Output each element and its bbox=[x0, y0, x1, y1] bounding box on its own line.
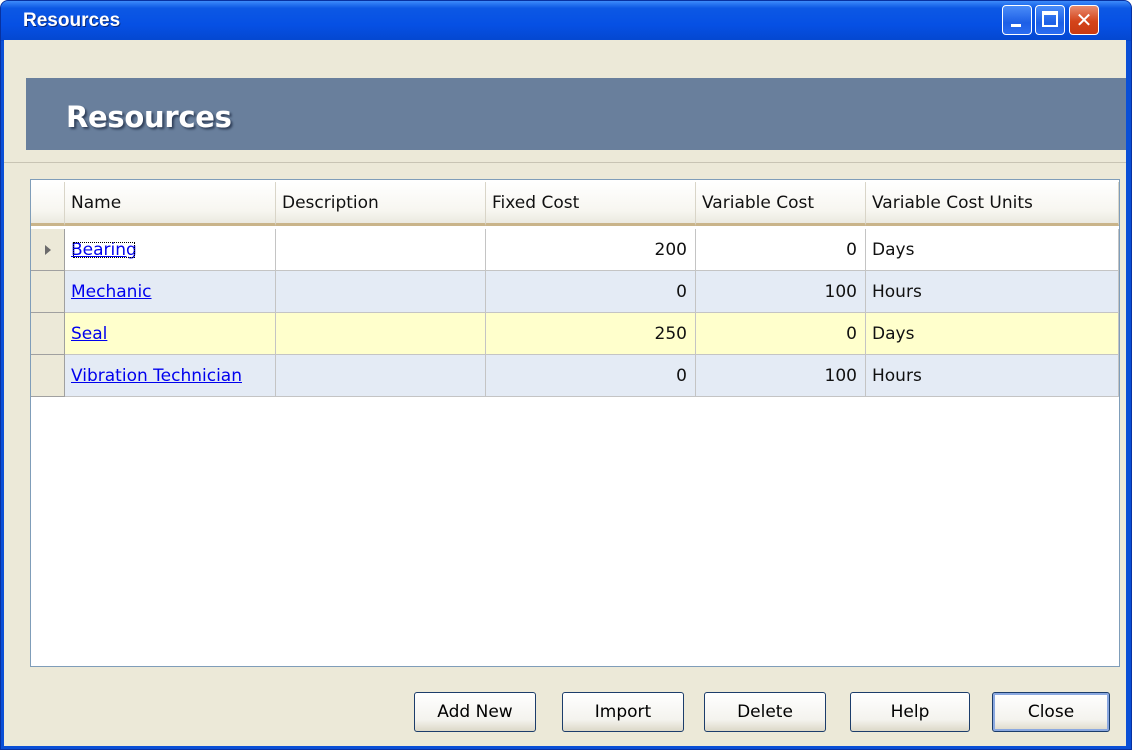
header-corner bbox=[31, 182, 65, 226]
table-row[interactable]: Mechanic 0 100 Hours bbox=[31, 271, 1119, 313]
cell-variable-cost[interactable]: 0 bbox=[696, 313, 866, 355]
row-selector-arrow-icon bbox=[44, 244, 51, 255]
cell-description[interactable] bbox=[276, 355, 486, 397]
table-row[interactable]: Vibration Technician 0 100 Hours bbox=[31, 355, 1119, 397]
row-selector[interactable] bbox=[31, 271, 65, 313]
title-bar[interactable]: Resources ✕ bbox=[1, 1, 1131, 41]
cell-name: Mechanic bbox=[65, 271, 276, 313]
cell-variable-cost[interactable]: 100 bbox=[696, 355, 866, 397]
resource-link[interactable]: Vibration Technician bbox=[71, 366, 242, 386]
window-title: Resources bbox=[23, 10, 121, 31]
cell-variable-cost-units[interactable]: Hours bbox=[866, 271, 1119, 313]
cell-fixed-cost[interactable]: 200 bbox=[486, 229, 696, 271]
import-button[interactable]: Import bbox=[562, 692, 684, 732]
minimize-button[interactable] bbox=[1002, 5, 1032, 35]
cell-description[interactable] bbox=[276, 313, 486, 355]
row-selector[interactable] bbox=[31, 355, 65, 397]
minimize-icon bbox=[1011, 24, 1021, 27]
cell-description[interactable] bbox=[276, 229, 486, 271]
resource-link[interactable]: Bearing bbox=[71, 240, 137, 260]
maximize-button[interactable] bbox=[1035, 5, 1065, 35]
cell-fixed-cost[interactable]: 0 bbox=[486, 355, 696, 397]
column-header-variable-cost-units[interactable]: Variable Cost Units bbox=[866, 182, 1119, 226]
resource-link[interactable]: Seal bbox=[71, 324, 107, 344]
cell-variable-cost-units[interactable]: Hours bbox=[866, 355, 1119, 397]
maximize-icon bbox=[1042, 11, 1058, 27]
close-window-button[interactable]: ✕ bbox=[1069, 5, 1099, 35]
column-header-name[interactable]: Name bbox=[65, 182, 276, 226]
cell-fixed-cost[interactable]: 250 bbox=[486, 313, 696, 355]
column-header-description[interactable]: Description bbox=[276, 182, 486, 226]
page-banner: Resources bbox=[26, 78, 1126, 150]
close-button[interactable]: Close bbox=[992, 692, 1110, 732]
help-button[interactable]: Help bbox=[850, 692, 970, 732]
cell-name: Bearing bbox=[65, 229, 276, 271]
cell-fixed-cost[interactable]: 0 bbox=[486, 271, 696, 313]
delete-button[interactable]: Delete bbox=[704, 692, 826, 732]
table-row[interactable]: Bearing 200 0 Days bbox=[31, 229, 1119, 271]
cell-name: Vibration Technician bbox=[65, 355, 276, 397]
page-title: Resources bbox=[66, 100, 232, 134]
close-icon: ✕ bbox=[1075, 8, 1093, 32]
banner-divider bbox=[4, 162, 1126, 163]
cell-variable-cost-units[interactable]: Days bbox=[866, 313, 1119, 355]
cell-description[interactable] bbox=[276, 271, 486, 313]
table-row[interactable]: Seal 250 0 Days bbox=[31, 313, 1119, 355]
resources-grid: Name Description Fixed Cost Variable Cos… bbox=[30, 179, 1120, 667]
row-selector[interactable] bbox=[31, 229, 65, 271]
add-new-button[interactable]: Add New bbox=[414, 692, 536, 732]
cell-variable-cost-units[interactable]: Days bbox=[866, 229, 1119, 271]
row-selector[interactable] bbox=[31, 313, 65, 355]
cell-variable-cost[interactable]: 100 bbox=[696, 271, 866, 313]
cell-name: Seal bbox=[65, 313, 276, 355]
column-header-variable-cost[interactable]: Variable Cost bbox=[696, 182, 866, 226]
column-header-fixed-cost[interactable]: Fixed Cost bbox=[486, 182, 696, 226]
resource-link[interactable]: Mechanic bbox=[71, 282, 152, 302]
grid-header-row: Name Description Fixed Cost Variable Cos… bbox=[31, 182, 1119, 226]
cell-variable-cost[interactable]: 0 bbox=[696, 229, 866, 271]
